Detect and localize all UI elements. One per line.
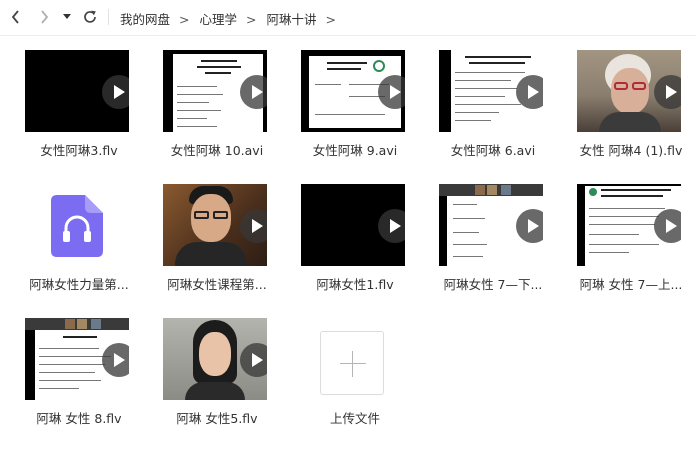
file-item[interactable]: 阿琳 女性 7—上... xyxy=(561,171,685,297)
play-icon[interactable] xyxy=(240,343,267,377)
play-icon[interactable] xyxy=(378,75,405,109)
play-icon[interactable] xyxy=(516,75,543,109)
video-thumbnail xyxy=(439,184,543,266)
video-strip xyxy=(439,184,543,196)
upload-label: 上传文件 xyxy=(329,411,380,426)
face xyxy=(611,68,649,114)
file-item[interactable]: 女性阿琳 9.avi xyxy=(285,37,409,163)
play-icon[interactable] xyxy=(102,75,129,109)
file-name: 阿琳女性1.flv xyxy=(316,277,394,292)
video-strip xyxy=(25,318,129,330)
audio-file-icon xyxy=(51,195,103,257)
glasses-icon xyxy=(194,211,209,219)
file-item[interactable]: 女性阿琳3.flv xyxy=(9,37,133,163)
file-item[interactable]: 女性阿琳 6.avi xyxy=(423,37,547,163)
file-name: 女性 阿琳4 (1).flv xyxy=(579,143,683,158)
file-name: 阿琳 女性 8.flv xyxy=(36,411,122,426)
file-grid: 女性阿琳3.flv 女性阿琳 10.avi 女性阿琳 9.avi 女性阿琳 6.… xyxy=(0,0,696,450)
video-thumbnail xyxy=(25,50,129,132)
play-icon[interactable] xyxy=(378,209,405,243)
file-item[interactable]: 阿琳女性 7—下... xyxy=(423,171,547,297)
file-name: 阿琳 女性 7—上... xyxy=(579,277,683,292)
file-item[interactable]: 女性阿琳 10.avi xyxy=(147,37,271,163)
video-thumbnail xyxy=(439,50,543,132)
play-icon[interactable] xyxy=(516,209,543,243)
file-name: 女性阿琳 10.avi xyxy=(170,143,264,158)
file-name: 女性阿琳 6.avi xyxy=(450,143,536,158)
face xyxy=(199,332,231,376)
upload-button[interactable] xyxy=(320,331,384,395)
file-item[interactable]: 阿琳女性课程第... xyxy=(147,171,271,297)
play-icon[interactable] xyxy=(654,209,681,243)
file-item[interactable]: 阿琳 女性 8.flv xyxy=(9,305,133,431)
file-name: 女性阿琳 9.avi xyxy=(312,143,398,158)
file-item[interactable]: 阿琳女性1.flv xyxy=(285,171,409,297)
play-icon[interactable] xyxy=(654,75,681,109)
play-icon[interactable] xyxy=(240,209,267,243)
file-item[interactable]: 阿琳 女性5.flv xyxy=(147,305,271,431)
logo-icon xyxy=(589,188,597,196)
video-thumbnail xyxy=(163,50,267,132)
file-name: 女性阿琳3.flv xyxy=(40,143,118,158)
glasses-icon xyxy=(614,82,628,90)
video-thumbnail xyxy=(163,318,267,400)
logo-icon xyxy=(373,60,385,72)
file-name: 阿琳女性力量第... xyxy=(29,277,129,292)
video-thumbnail xyxy=(577,184,681,266)
video-thumbnail xyxy=(301,184,405,266)
file-name: 阿琳女性课程第... xyxy=(167,277,267,292)
file-item[interactable]: 女性 阿琳4 (1).flv xyxy=(561,37,685,163)
play-icon[interactable] xyxy=(240,75,267,109)
file-name: 阿琳 女性5.flv xyxy=(176,411,258,426)
video-thumbnail xyxy=(301,50,405,132)
video-thumbnail xyxy=(163,184,267,266)
video-thumbnail xyxy=(25,318,129,400)
file-name: 阿琳女性 7—下... xyxy=(443,277,543,292)
video-thumbnail xyxy=(577,50,681,132)
play-icon[interactable] xyxy=(102,343,129,377)
